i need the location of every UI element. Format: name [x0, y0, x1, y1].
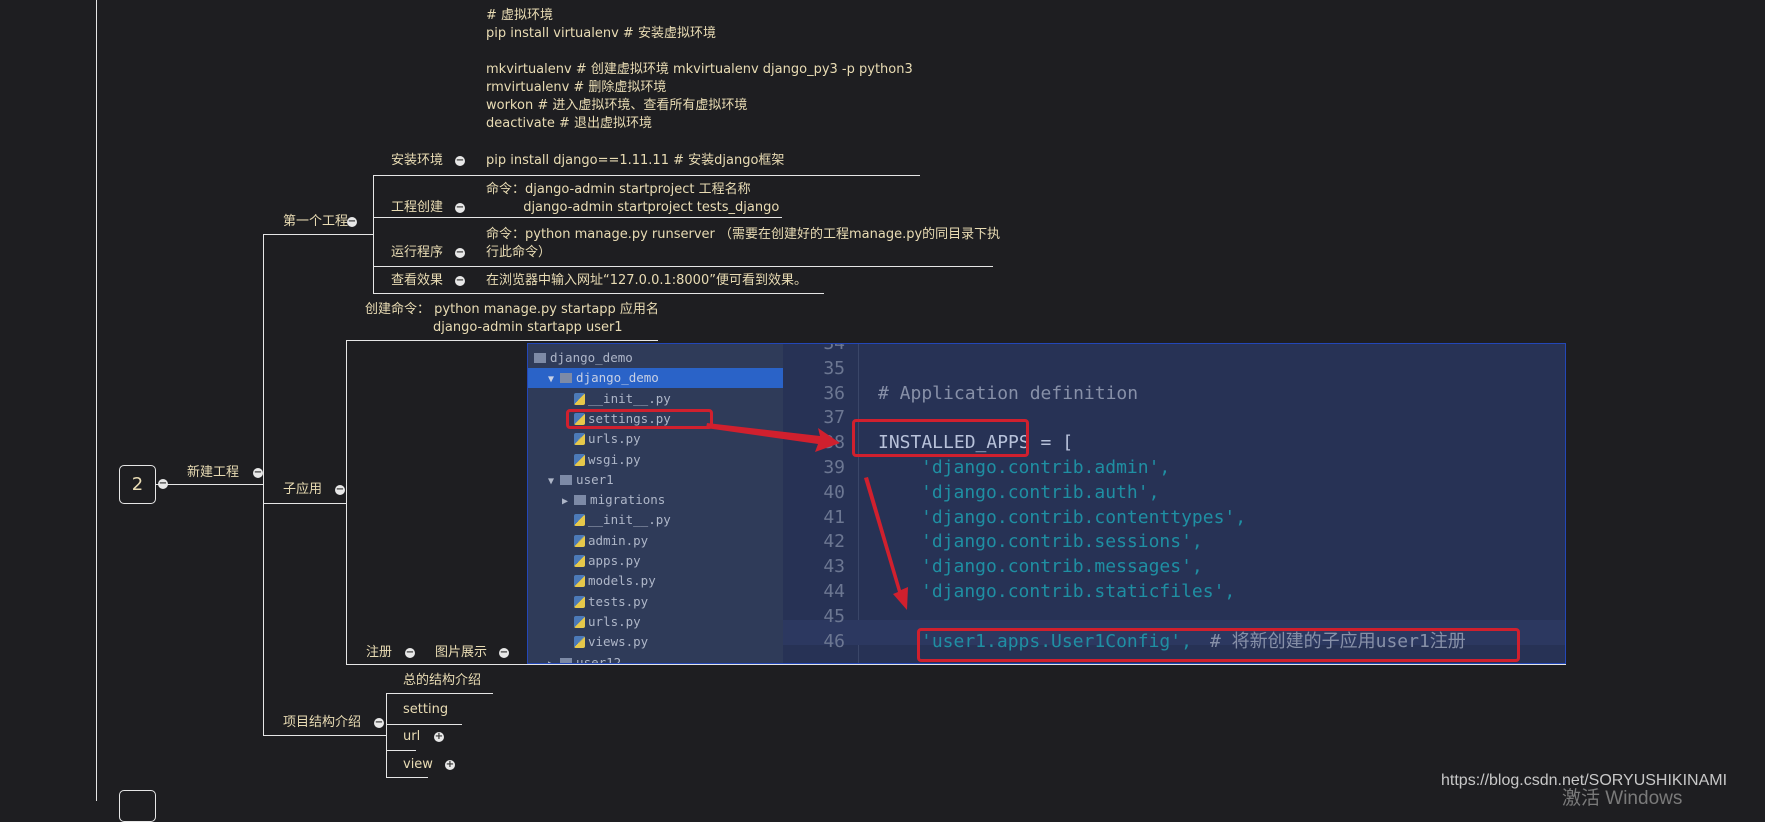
arrow-icon — [864, 477, 908, 610]
activate-windows-watermark: 激活 Windows — [1562, 788, 1683, 809]
arrows — [706, 423, 908, 610]
arrow-icon — [706, 423, 840, 452]
